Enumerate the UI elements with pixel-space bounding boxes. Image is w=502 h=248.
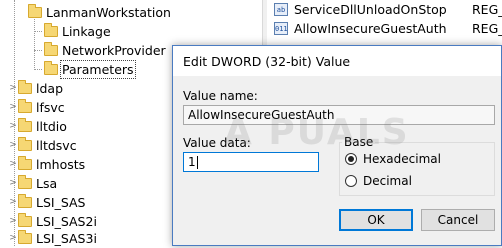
tree-expander[interactable]: >: [8, 121, 18, 131]
tree-expander[interactable]: >: [8, 140, 18, 150]
value-type: REG_D: [472, 1, 502, 17]
value-row[interactable]: ab ServiceDllUnloadOnStop REG_D: [274, 0, 502, 19]
folder-icon: [18, 155, 32, 170]
folder-icon: [18, 117, 32, 132]
tree-item-ldap[interactable]: > ldap: [8, 78, 63, 98]
tree-item-label: LSI_SAS3i: [36, 230, 97, 246]
tree-item-label: lltdio: [36, 118, 67, 134]
tree-item-networkprovider[interactable]: NetworkProvider: [44, 40, 166, 60]
folder-icon: [44, 60, 58, 75]
radio-decimal-label: Decimal: [363, 174, 412, 188]
tree-expander[interactable]: >: [8, 83, 18, 93]
tree-expander[interactable]: >: [8, 233, 18, 243]
value-row[interactable]: 011 AllowInsecureGuestAuth REG_D: [274, 18, 502, 38]
value-data-text: 1: [188, 155, 196, 169]
value-name-label: Value name:: [183, 89, 258, 103]
tree-item-label: lfsvc: [36, 99, 65, 115]
tree-item-lmhosts[interactable]: > lmhosts: [8, 154, 85, 174]
folder-icon: [44, 41, 58, 56]
dialog-titlebar[interactable]: Edit DWORD (32-bit) Value: [173, 46, 501, 76]
reg-binary-icon: 011: [274, 21, 288, 35]
tree-guide-line: [34, 69, 42, 70]
tree-item-lsa[interactable]: > Lsa: [8, 173, 57, 193]
tree-item-lsi-sas3i[interactable]: > LSI_SAS3i: [8, 228, 97, 248]
folder-icon: [28, 3, 42, 18]
tree-item-label: lmhosts: [36, 156, 86, 172]
radio-decimal[interactable]: Decimal: [345, 174, 412, 188]
folder-icon: [18, 79, 32, 94]
tree-guide-line: [34, 31, 42, 32]
tree-item-lsi-sas[interactable]: > LSI_SAS: [8, 192, 86, 212]
watermark-logo: A PUALS: [224, 112, 410, 153]
value-type: REG_D: [472, 20, 502, 36]
ok-button[interactable]: OK: [339, 209, 413, 231]
radio-selected-icon[interactable]: [345, 153, 357, 165]
tree-item-linkage[interactable]: Linkage: [44, 21, 111, 41]
tree-item-parameters[interactable]: Parameters: [44, 59, 136, 79]
folder-icon: [18, 229, 32, 244]
tree-item-lanmanworkstation[interactable]: LanmanWorkstation: [18, 2, 171, 22]
tree-expander[interactable]: >: [8, 216, 18, 226]
tree-item-label: Lsa: [36, 175, 58, 191]
tree-item-label: LanmanWorkstation: [46, 4, 171, 20]
folder-icon: [18, 193, 32, 208]
tree-expander[interactable]: >: [8, 197, 18, 207]
value-data-field[interactable]: 1: [183, 152, 319, 172]
radio-hexadecimal[interactable]: Hexadecimal: [345, 152, 441, 166]
tree-item-label: lltdsvc: [36, 137, 77, 153]
tree-expander[interactable]: >: [8, 178, 18, 188]
tree-expander[interactable]: >: [8, 102, 18, 112]
folder-icon: [44, 22, 58, 37]
tree-item-label: NetworkProvider: [62, 42, 166, 58]
folder-icon: [18, 98, 32, 113]
tree-item-label: ldap: [36, 80, 64, 96]
folder-icon: [18, 174, 32, 189]
text-caret: [196, 156, 198, 169]
tree-guide-line: [34, 50, 42, 51]
tree-item-label: LSI_SAS: [36, 194, 86, 210]
dialog-title: Edit DWORD (32-bit) Value: [183, 54, 351, 69]
folder-icon: [18, 136, 32, 151]
cancel-button[interactable]: Cancel: [421, 209, 495, 231]
tree-item-lltdio[interactable]: > lltdio: [8, 116, 67, 136]
tree-guide-line: [34, 14, 35, 70]
radio-hexadecimal-label: Hexadecimal: [363, 152, 441, 166]
value-name: AllowInsecureGuestAuth: [294, 20, 447, 36]
reg-binary-icon: ab: [274, 2, 288, 16]
tree-item-label: Parameters: [60, 59, 136, 79]
tree-item-label: Linkage: [62, 23, 111, 39]
tree-item-lltdsvc[interactable]: > lltdsvc: [8, 135, 77, 155]
tree-item-lfsvc[interactable]: > lfsvc: [8, 97, 65, 117]
radio-unselected-icon[interactable]: [345, 175, 357, 187]
value-name: ServiceDllUnloadOnStop: [294, 1, 447, 17]
folder-icon: [18, 212, 32, 227]
tree-expander[interactable]: >: [8, 159, 18, 169]
tree-item-label: LSI_SAS2i: [36, 213, 97, 229]
